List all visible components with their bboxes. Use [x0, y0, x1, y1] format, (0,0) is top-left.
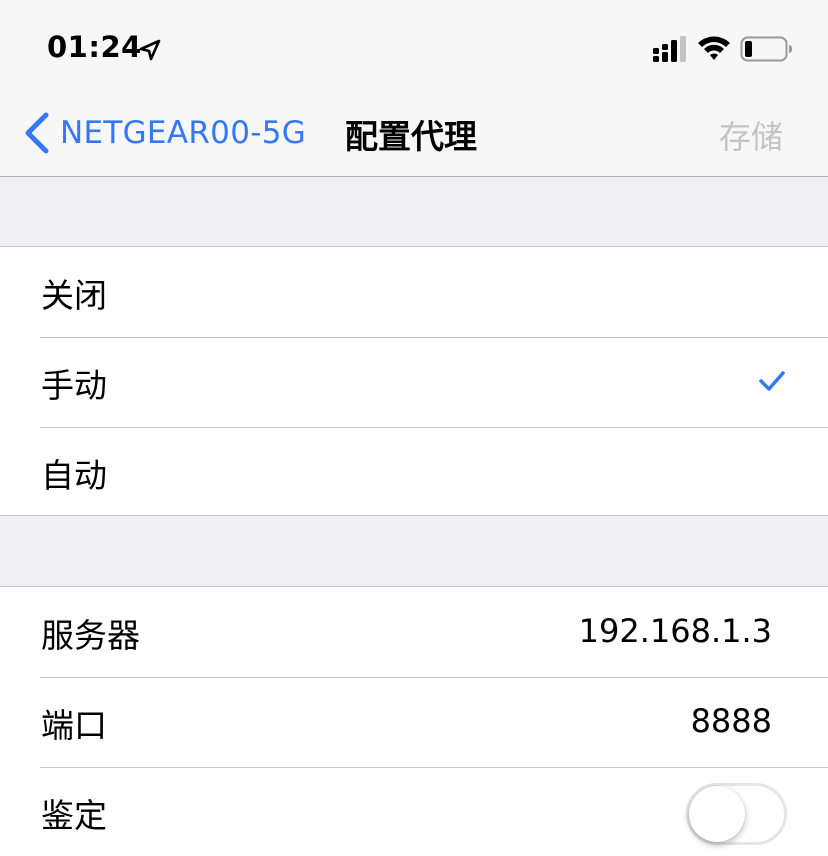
location-arrow-icon	[139, 39, 161, 61]
server-row[interactable]: 服务器 192.168.1.3	[0, 587, 828, 677]
chevron-left-icon	[25, 112, 49, 154]
proxy-mode-group: 关闭 手动 自动	[0, 246, 828, 516]
port-label: 端口	[41, 706, 107, 745]
proxy-mode-off-label: 关闭	[41, 276, 107, 315]
server-label: 服务器	[41, 616, 140, 655]
proxy-mode-auto-label: 自动	[41, 456, 107, 495]
back-button[interactable]: NETGEAR00-5G	[22, 108, 306, 158]
proxy-mode-manual-label: 手动	[41, 366, 107, 405]
proxy-mode-auto-row[interactable]: 自动	[0, 427, 828, 517]
authentication-toggle[interactable]	[686, 783, 787, 845]
top-bar: 01:24 NETGEAR00-5G 配置代理 存储	[0, 0, 828, 177]
status-time: 01:24	[47, 30, 142, 64]
manual-proxy-group: 服务器 192.168.1.3 端口 8888 鉴定	[0, 586, 828, 856]
server-field[interactable]: 192.168.1.3	[579, 612, 772, 650]
port-field[interactable]: 8888	[691, 702, 772, 740]
port-row[interactable]: 端口 8888	[0, 677, 828, 767]
proxy-config-screen: 01:24 NETGEAR00-5G 配置代理 存储 关闭 手动 自动 服务器 …	[0, 0, 828, 856]
save-button[interactable]: 存储	[719, 112, 783, 158]
proxy-mode-off-row[interactable]: 关闭	[0, 247, 828, 337]
authentication-label: 鉴定	[41, 796, 107, 835]
authentication-row: 鉴定	[0, 767, 828, 856]
proxy-mode-manual-row[interactable]: 手动	[0, 337, 828, 427]
back-button-label: NETGEAR00-5G	[60, 115, 307, 151]
checkmark-icon	[759, 371, 785, 391]
cellular-signal-icon	[653, 36, 686, 62]
wifi-icon	[698, 36, 730, 60]
page-title: 配置代理	[345, 117, 477, 156]
toggle-knob	[689, 786, 745, 842]
battery-icon	[740, 36, 792, 62]
